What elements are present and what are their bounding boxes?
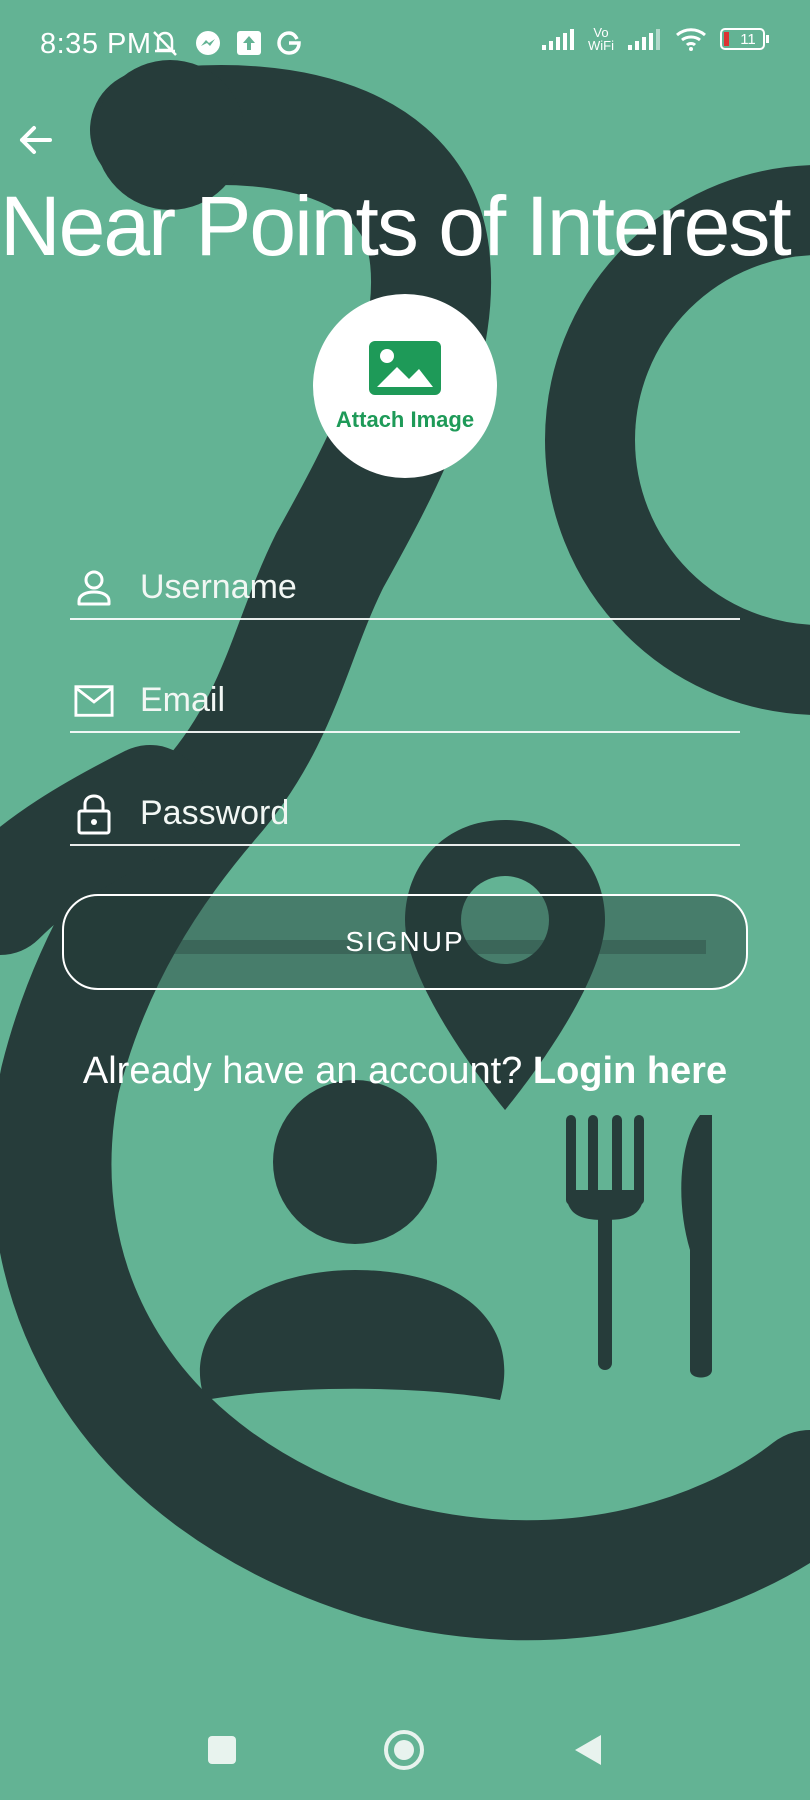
password-field-container [70,784,740,846]
vowifi-icon: Vo WiFi [588,26,614,52]
recents-square-icon [208,1736,236,1764]
page-title: Near Points of Interest [0,179,792,273]
attach-image-button[interactable]: Attach Image [313,294,497,478]
notification-icons [150,28,302,58]
signup-label: SIGNUP [345,926,465,957]
mail-icon [74,681,114,721]
back-nav-button[interactable] [558,1720,618,1780]
battery-level: 11 [740,30,756,48]
username-field-container [70,558,740,620]
home-circle-icon [384,1730,424,1770]
username-input[interactable] [140,558,730,616]
muted-bell-icon [150,28,180,58]
email-field-container [70,671,740,733]
email-input[interactable] [140,671,730,729]
user-icon [74,568,114,608]
password-input[interactable] [140,784,730,842]
signup-button[interactable]: SIGNUP [62,894,748,990]
messenger-icon [194,29,222,57]
wifi-icon [674,26,708,52]
navigation-bar [0,1720,810,1780]
login-prompt-text: Already have an account? [82,1050,523,1092]
attach-image-label: Attach Image [335,407,475,432]
arrow-left-icon [20,126,52,154]
status-time: 8:35 PM [40,28,152,60]
battery-icon: 11 [720,27,770,51]
back-triangle-icon [575,1735,601,1765]
google-icon [276,30,302,56]
image-icon [369,341,441,395]
signal-icon [626,27,662,51]
system-icons: Vo WiFi 11 [540,26,770,52]
signal-icon [540,27,576,51]
home-button[interactable] [374,1720,434,1780]
login-link[interactable]: Login here [533,1050,727,1092]
login-prompt: Already have an account? Login here [0,1050,810,1093]
back-button[interactable] [14,118,58,162]
vowifi-bottom-text: WiFi [588,38,614,53]
upload-icon [236,30,262,56]
lock-icon [74,794,114,835]
recents-button[interactable] [192,1720,252,1780]
status-bar: 8:35 PM Vo WiFi 11 [0,0,810,92]
